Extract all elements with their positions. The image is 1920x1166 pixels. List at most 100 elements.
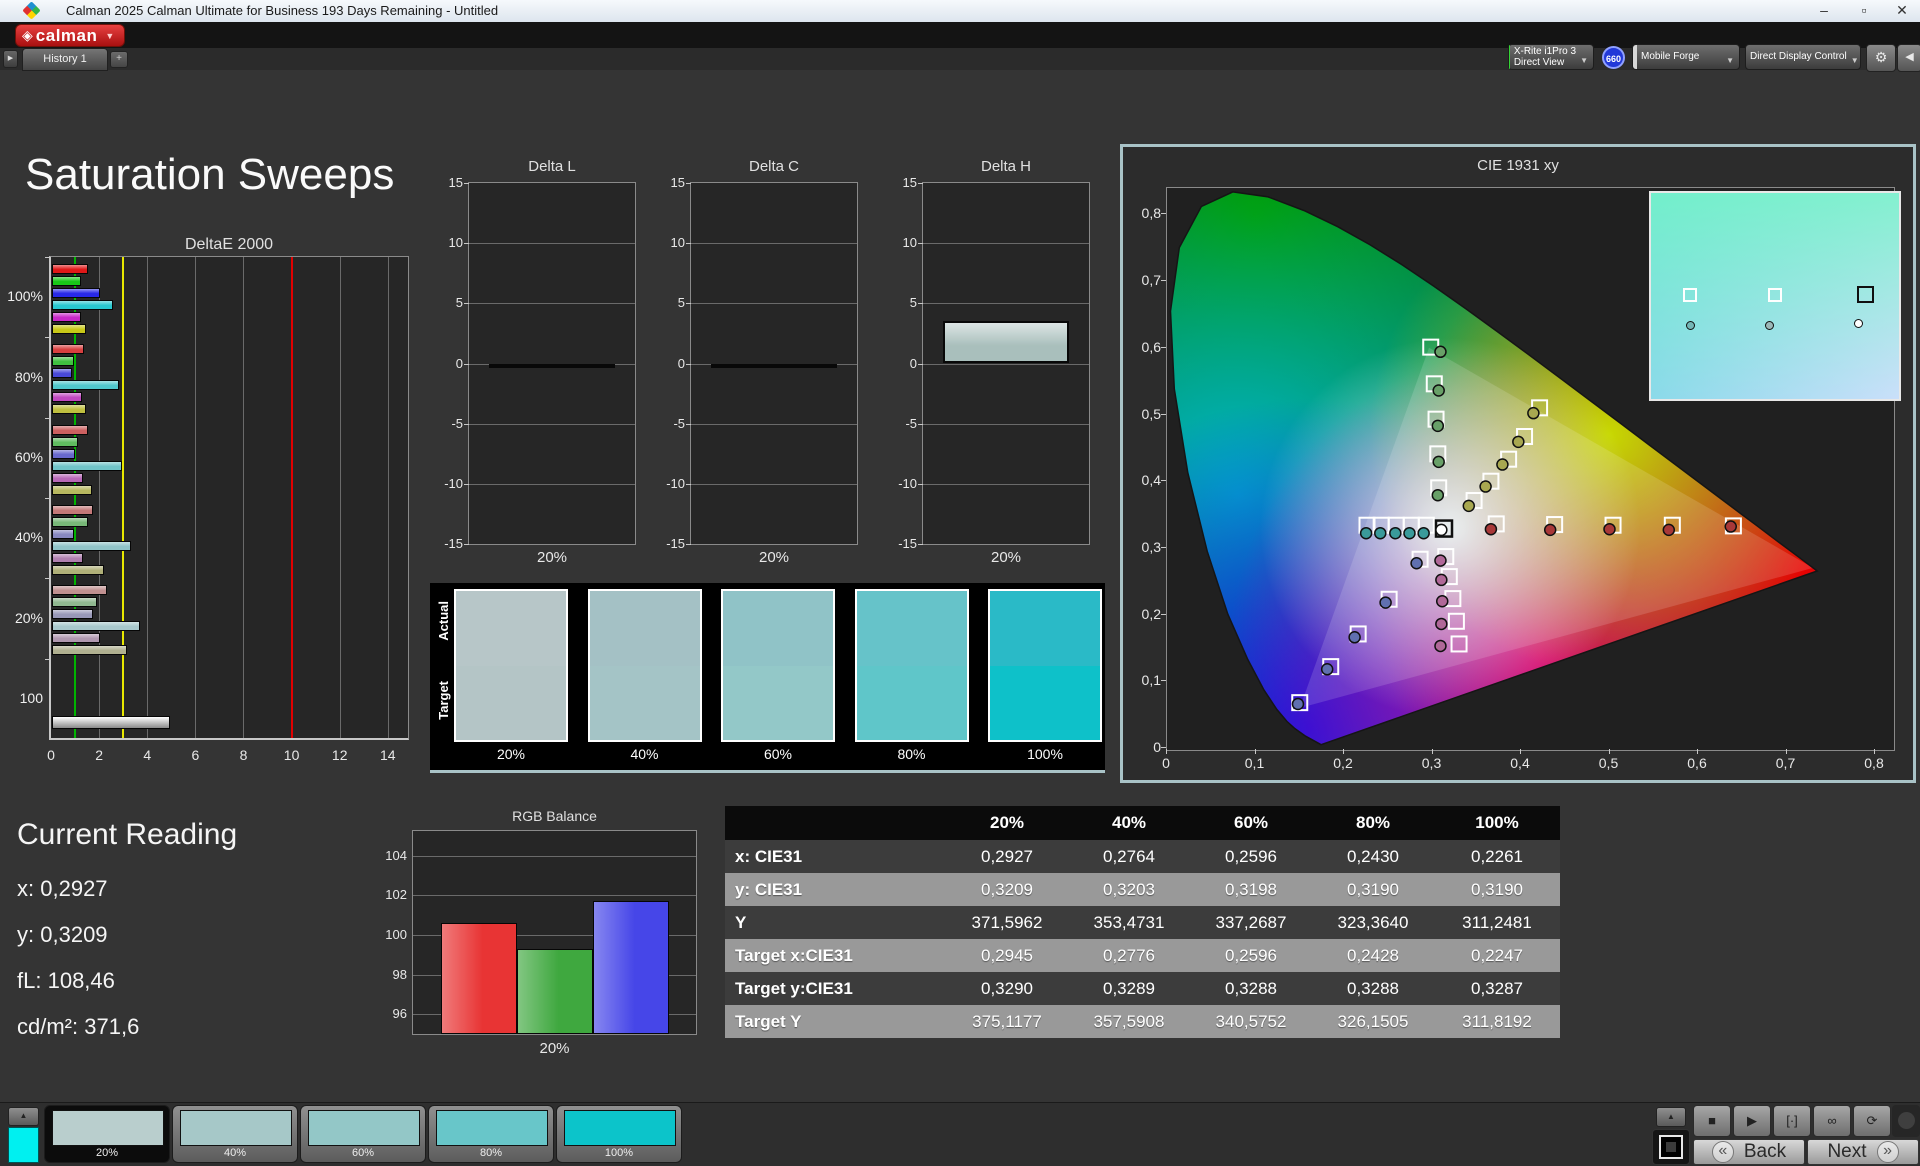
measured-dot-green — [1431, 419, 1445, 433]
bar-B — [593, 901, 669, 1034]
row-label: Y — [735, 912, 747, 932]
pattern-thumbnail-60%[interactable]: 60% — [300, 1105, 426, 1163]
expand-controls-button[interactable]: ▲ — [1656, 1107, 1686, 1127]
measured-dot-blue — [1320, 663, 1334, 676]
table-cell: 0,2945 — [981, 945, 1033, 965]
gridline — [691, 423, 857, 425]
table-header-cell: 40% — [1111, 813, 1147, 832]
play-button[interactable]: ▶ — [1733, 1105, 1771, 1137]
refresh-button[interactable]: ⟳ — [1853, 1105, 1891, 1137]
axis-tick — [1431, 749, 1433, 754]
table-cell: 0,2776 — [1103, 945, 1155, 965]
bar-20% — [52, 645, 127, 656]
source-button[interactable]: Mobile Forge ▼ — [1632, 44, 1740, 70]
y-tick-label: 0,8 — [1141, 205, 1161, 222]
measure-single-button[interactable]: [·] — [1773, 1105, 1811, 1137]
y-tick-label: 0,3 — [1141, 538, 1161, 555]
gridline — [691, 303, 857, 305]
swatch-80% — [854, 589, 969, 742]
measured-dot-blue — [1379, 596, 1392, 609]
gridline — [923, 363, 1089, 365]
delta-l-title: Delta L — [528, 158, 576, 175]
display-control-name: Direct Display Control — [1750, 51, 1847, 63]
measured-dot-red — [1603, 522, 1616, 536]
delta-h-title: Delta H — [980, 158, 1032, 175]
meter-button[interactable]: X-Rite i1Pro 3 Direct View ▼ — [1508, 44, 1594, 70]
bar-80% — [52, 368, 73, 379]
x-tick-label: 0 — [1162, 755, 1170, 771]
delta-h-xlabel: 20% — [990, 549, 1022, 566]
current-reading-title: Current Reading — [17, 818, 238, 851]
calman-menu-button[interactable]: ◈ calman ▼ — [15, 24, 125, 47]
bar-60% — [52, 424, 89, 435]
inset-target-square — [1856, 285, 1874, 303]
axis-tick — [1161, 413, 1166, 415]
pattern-window-button[interactable] — [1652, 1129, 1690, 1165]
measured-dot-magenta — [1434, 554, 1447, 567]
settings-button[interactable]: ⚙ — [1866, 44, 1896, 72]
pattern-thumbnail-80%[interactable]: 80% — [428, 1105, 554, 1163]
delta-c-title: Delta C — [748, 158, 800, 175]
stop-button[interactable]: ■ — [1693, 1105, 1731, 1137]
axis-tick — [918, 243, 923, 245]
y-tick-label: 0,5 — [1141, 405, 1161, 422]
chevron-double-right-icon: » — [1876, 1141, 1899, 1163]
measured-dot-magenta — [1434, 639, 1447, 653]
y-tick-label: -15 — [898, 536, 917, 551]
back-button[interactable]: « Back — [1693, 1139, 1805, 1165]
table-row: Y 371,5962 353,4731 337,2687 323,3640 311,248… — [725, 906, 1560, 939]
table-cell: 311,2481 — [1462, 912, 1532, 932]
next-button[interactable]: Next » — [1807, 1139, 1919, 1165]
reading-y: y: 0,3209 — [17, 922, 108, 947]
deltae2000-chart: 0 2 4 6 8 10 12 14 100% 80% 60% 40% 20% 100 — [7, 256, 409, 763]
measure-continuous-button[interactable]: ∞ — [1813, 1105, 1851, 1137]
gridline — [99, 257, 101, 738]
reading-fl: fL: 108,46 — [17, 968, 115, 993]
table-cell: 0,2927 — [981, 846, 1033, 866]
table-row: x: CIE31 0,2927 0,2764 0,2596 0,2430 0,2261 — [725, 840, 1560, 873]
display-control-button[interactable]: Direct Display Control ▼ — [1745, 44, 1861, 70]
measured-dot-red — [1484, 522, 1498, 536]
pattern-thumbnail-20%[interactable]: 20% — [44, 1105, 170, 1163]
swatch-target — [723, 665, 833, 740]
pattern-thumbnail-100%[interactable]: 100% — [556, 1105, 682, 1163]
measured-dot-magenta — [1435, 595, 1449, 608]
delta-h-chart: 15 10 5 0 -5 -10 -15 — [898, 175, 1090, 551]
measured-dot-white — [1435, 523, 1448, 537]
bar-60% — [52, 484, 92, 495]
maximize-button[interactable]: ▫ — [1846, 0, 1882, 22]
x-tick-label: 10 — [283, 747, 300, 763]
pattern-thumbnail-40%[interactable]: 40% — [172, 1105, 298, 1163]
measured-dot-yellow — [1512, 435, 1525, 449]
row-label: Target y:CIE31 — [735, 978, 853, 998]
x-tick-label: 12 — [331, 747, 348, 763]
table-cell: 340,5752 — [1215, 1011, 1287, 1031]
axis-tick — [1254, 749, 1256, 754]
meter-badge-660[interactable]: 660 — [1602, 46, 1625, 69]
axis-tick — [918, 423, 923, 425]
add-tab-button[interactable]: + — [110, 51, 128, 68]
swatch-actual — [723, 591, 833, 666]
pattern-preview-button[interactable]: ▲ — [8, 1107, 39, 1126]
tab-scroll-button[interactable]: ▶ — [3, 50, 18, 68]
table-cell: 0,3190 — [1347, 879, 1399, 899]
tab-history-1[interactable]: History 1 — [22, 48, 108, 71]
measured-dot-magenta — [1435, 573, 1448, 587]
bar-100% — [52, 264, 89, 274]
axis-tick — [45, 658, 51, 660]
measured-dot-red — [1543, 523, 1557, 537]
table-cell: 0,2430 — [1347, 846, 1399, 866]
bar — [943, 321, 1069, 364]
bar-40% — [52, 553, 84, 563]
close-button[interactable]: ✕ — [1884, 0, 1920, 22]
bar-100 — [52, 715, 170, 729]
deltae2000-title: DeltaE 2000 — [184, 236, 274, 253]
minimize-button[interactable]: – — [1806, 0, 1842, 22]
measured-dot-green — [1431, 488, 1445, 502]
table-cell: 375,1177 — [972, 1011, 1042, 1031]
axis-tick — [1161, 546, 1166, 548]
table-row: Target x:CIE31 0,2945 0,2776 0,2596 0,2428 0,… — [725, 939, 1560, 972]
collapse-panel-button[interactable]: ◀ — [1897, 44, 1920, 72]
table-cell: 326,1505 — [1337, 1011, 1409, 1031]
axis-tick — [1161, 480, 1166, 482]
